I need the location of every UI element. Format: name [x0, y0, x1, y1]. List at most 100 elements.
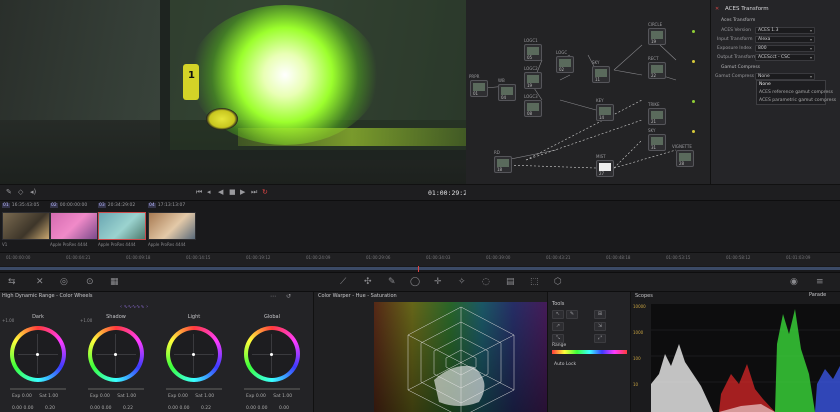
node-label: LOGC: [556, 50, 568, 55]
exposure-index-row: Exposure Index 800 ▾: [711, 45, 840, 54]
blur-icon[interactable]: ◌: [482, 277, 490, 287]
viewer-timecode: 01:00:29:20: [428, 189, 472, 197]
camera-raw-icon[interactable]: ⇆: [8, 277, 16, 287]
scopes-panel: Scopes Parade 10000 1000 100 10: [630, 292, 840, 412]
pick-icon[interactable]: ↖: [552, 310, 564, 319]
scopes-icon[interactable]: ≡: [816, 277, 824, 287]
node-label: SKY: [648, 128, 656, 133]
window-icon[interactable]: ◯: [410, 277, 420, 287]
node[interactable]: 22: [648, 62, 666, 79]
timeline-ruler[interactable]: 01:00:00:00 01:00:04:21 01:00:09:18 01:0…: [0, 252, 840, 266]
tools-title: Tools: [552, 301, 565, 307]
section-aces-transform[interactable]: Aces Transform: [721, 18, 755, 23]
viewer-image-glow: [238, 128, 466, 146]
transport-bar: ✎ ◇ ◂) ⏮ ◂ ◀ ■ ▶ ⏭ ↻ 01:00:29:20: [0, 184, 471, 200]
loop-playback-icon[interactable]: ↻: [262, 188, 268, 196]
sizing-icon[interactable]: ⬚: [530, 277, 539, 287]
volume-icon[interactable]: ◂): [30, 188, 36, 196]
node[interactable]: 27: [596, 160, 614, 177]
wheel-light[interactable]: Light Exp 0.00 Sat 1.00 0.00 0.00 0.22: [158, 314, 230, 412]
node[interactable]: 21: [648, 108, 666, 125]
node-output-dot: [692, 30, 695, 33]
warper-mesh[interactable]: [374, 302, 548, 412]
node[interactable]: 28: [676, 150, 694, 167]
clip-thumbnail[interactable]: 02 00:00:00:00 Apple ProRes 4444: [50, 203, 98, 251]
play-reverse-icon[interactable]: ◀: [218, 188, 223, 196]
node-label: VIGNETTE: [672, 144, 692, 149]
curves-icon[interactable]: ⟋: [340, 277, 346, 287]
tracker-icon[interactable]: ✛: [434, 277, 442, 287]
inspector-header: ✕ ACES Transform: [711, 6, 840, 16]
contract-icon[interactable]: ⤢: [594, 334, 606, 343]
node[interactable]: 14: [596, 104, 614, 121]
section-gamut-compress[interactable]: Gamut Compress: [721, 65, 760, 70]
skip-back-icon[interactable]: ⏮: [196, 188, 202, 197]
output-transform-dropdown[interactable]: ACEScct - CSC ▾: [755, 54, 815, 61]
auto-lock-label[interactable]: Auto Lock: [554, 362, 576, 367]
wheel-dark[interactable]: Dark +1.00 Exp 0.00 Sat 1.00 0.00 0.00 0…: [2, 314, 74, 412]
wheel-shadow[interactable]: Shadow +1.00 Exp 0.00 Sat 1.00 0.00 0.00…: [80, 314, 152, 412]
skip-forward-icon[interactable]: ⏭: [251, 188, 257, 197]
input-transform-row: Input Transform Alexa ▾: [711, 36, 840, 45]
clip-thumbnail[interactable]: 01 16:35:43:05 V1: [2, 203, 50, 251]
pencil-icon[interactable]: ✎: [6, 188, 12, 196]
warper-icon[interactable]: ✣: [364, 277, 372, 287]
expand-icon[interactable]: ⤡: [552, 334, 564, 343]
node[interactable]: 31: [648, 134, 666, 151]
magic-mask-icon[interactable]: ✧: [458, 277, 466, 287]
node-output-dot: [692, 100, 695, 103]
gamut-compress-dropdown[interactable]: None ▾: [755, 73, 815, 80]
play-icon[interactable]: ▶: [240, 188, 245, 196]
3d-icon[interactable]: ⬡: [554, 277, 562, 287]
aces-version-dropdown[interactable]: ACES 1.3 ▾: [755, 27, 815, 34]
qualifier-icon[interactable]: ✎: [388, 277, 396, 287]
reset-icon[interactable]: ↺: [286, 293, 291, 300]
range-spectrum[interactable]: [552, 350, 627, 354]
node-editor-bar: [466, 184, 840, 200]
node-label: CIRCLE: [648, 22, 663, 27]
menu-item-none[interactable]: None: [757, 81, 825, 89]
wheel-global[interactable]: Global Exp 0.00 Sat 1.00 0.00 0.00 0.00: [236, 314, 308, 412]
pin-icon[interactable]: ✎: [566, 310, 578, 319]
hdr-icon[interactable]: ⊙: [86, 277, 94, 287]
node[interactable]: 11: [592, 66, 610, 83]
node-label: LOGC1: [524, 38, 538, 43]
select-icon[interactable]: ↗: [552, 322, 564, 331]
viewer-image-plate: [206, 108, 238, 130]
color-match-icon[interactable]: ✕: [36, 277, 44, 287]
clip-thumbnail[interactable]: 03 20:34:29:02 Apple ProRes 4444: [98, 203, 146, 251]
menu-item-reference[interactable]: ACES reference gamut compress: [757, 89, 833, 97]
node-label: TRIKE: [648, 102, 660, 107]
rgb-mixer-icon[interactable]: ▦: [110, 277, 119, 287]
zone-curve-icon[interactable]: ‹ ∿∿∿∿∿ ›: [120, 304, 148, 310]
parade-scope: [651, 304, 840, 412]
menu-item-parametric[interactable]: ACES parametric gamut compress: [757, 97, 836, 105]
close-icon[interactable]: ✕: [715, 6, 719, 12]
loop-icon[interactable]: ◇: [18, 188, 23, 196]
node[interactable]: 19: [524, 72, 542, 89]
node[interactable]: 19: [648, 28, 666, 45]
step-back-icon[interactable]: ◂: [207, 188, 211, 196]
grid-icon[interactable]: ⊞: [594, 310, 606, 319]
node[interactable]: 05: [524, 44, 542, 61]
move-icon[interactable]: ⇲: [594, 322, 606, 331]
scope-mode-dropdown[interactable]: Parade: [809, 292, 826, 298]
options-icon[interactable]: ⋯: [270, 293, 276, 300]
node-label: LOGC2: [524, 66, 538, 71]
node[interactable]: 04: [498, 84, 516, 101]
tools-panel: Tools ↖ ✎ ⊞ ↗ ⇲ ⤡ ⤢ Range Auto Lock: [547, 292, 630, 412]
color-wheels-icon[interactable]: ◎: [60, 277, 68, 287]
input-transform-dropdown[interactable]: Alexa ▾: [755, 36, 815, 43]
node[interactable]: 18: [494, 156, 512, 173]
key-icon[interactable]: ▤: [506, 277, 515, 287]
viewer[interactable]: 1: [0, 0, 466, 184]
node[interactable]: 02: [556, 56, 574, 73]
node[interactable]: 01: [470, 80, 488, 97]
node-editor[interactable]: 01 PRPR 04 WB 05 LOGC1 19 LOGC2 08 LOGC3…: [466, 0, 710, 184]
stop-icon[interactable]: ■: [229, 188, 236, 196]
node[interactable]: 08: [524, 100, 542, 117]
exposure-index-dropdown[interactable]: 800 ▾: [755, 45, 815, 52]
viewer-icon[interactable]: ◉: [790, 277, 798, 287]
node-output-dot: [692, 130, 695, 133]
clip-thumbnail[interactable]: 04 17:13:13:07 Apple ProRes 4444: [148, 203, 196, 251]
